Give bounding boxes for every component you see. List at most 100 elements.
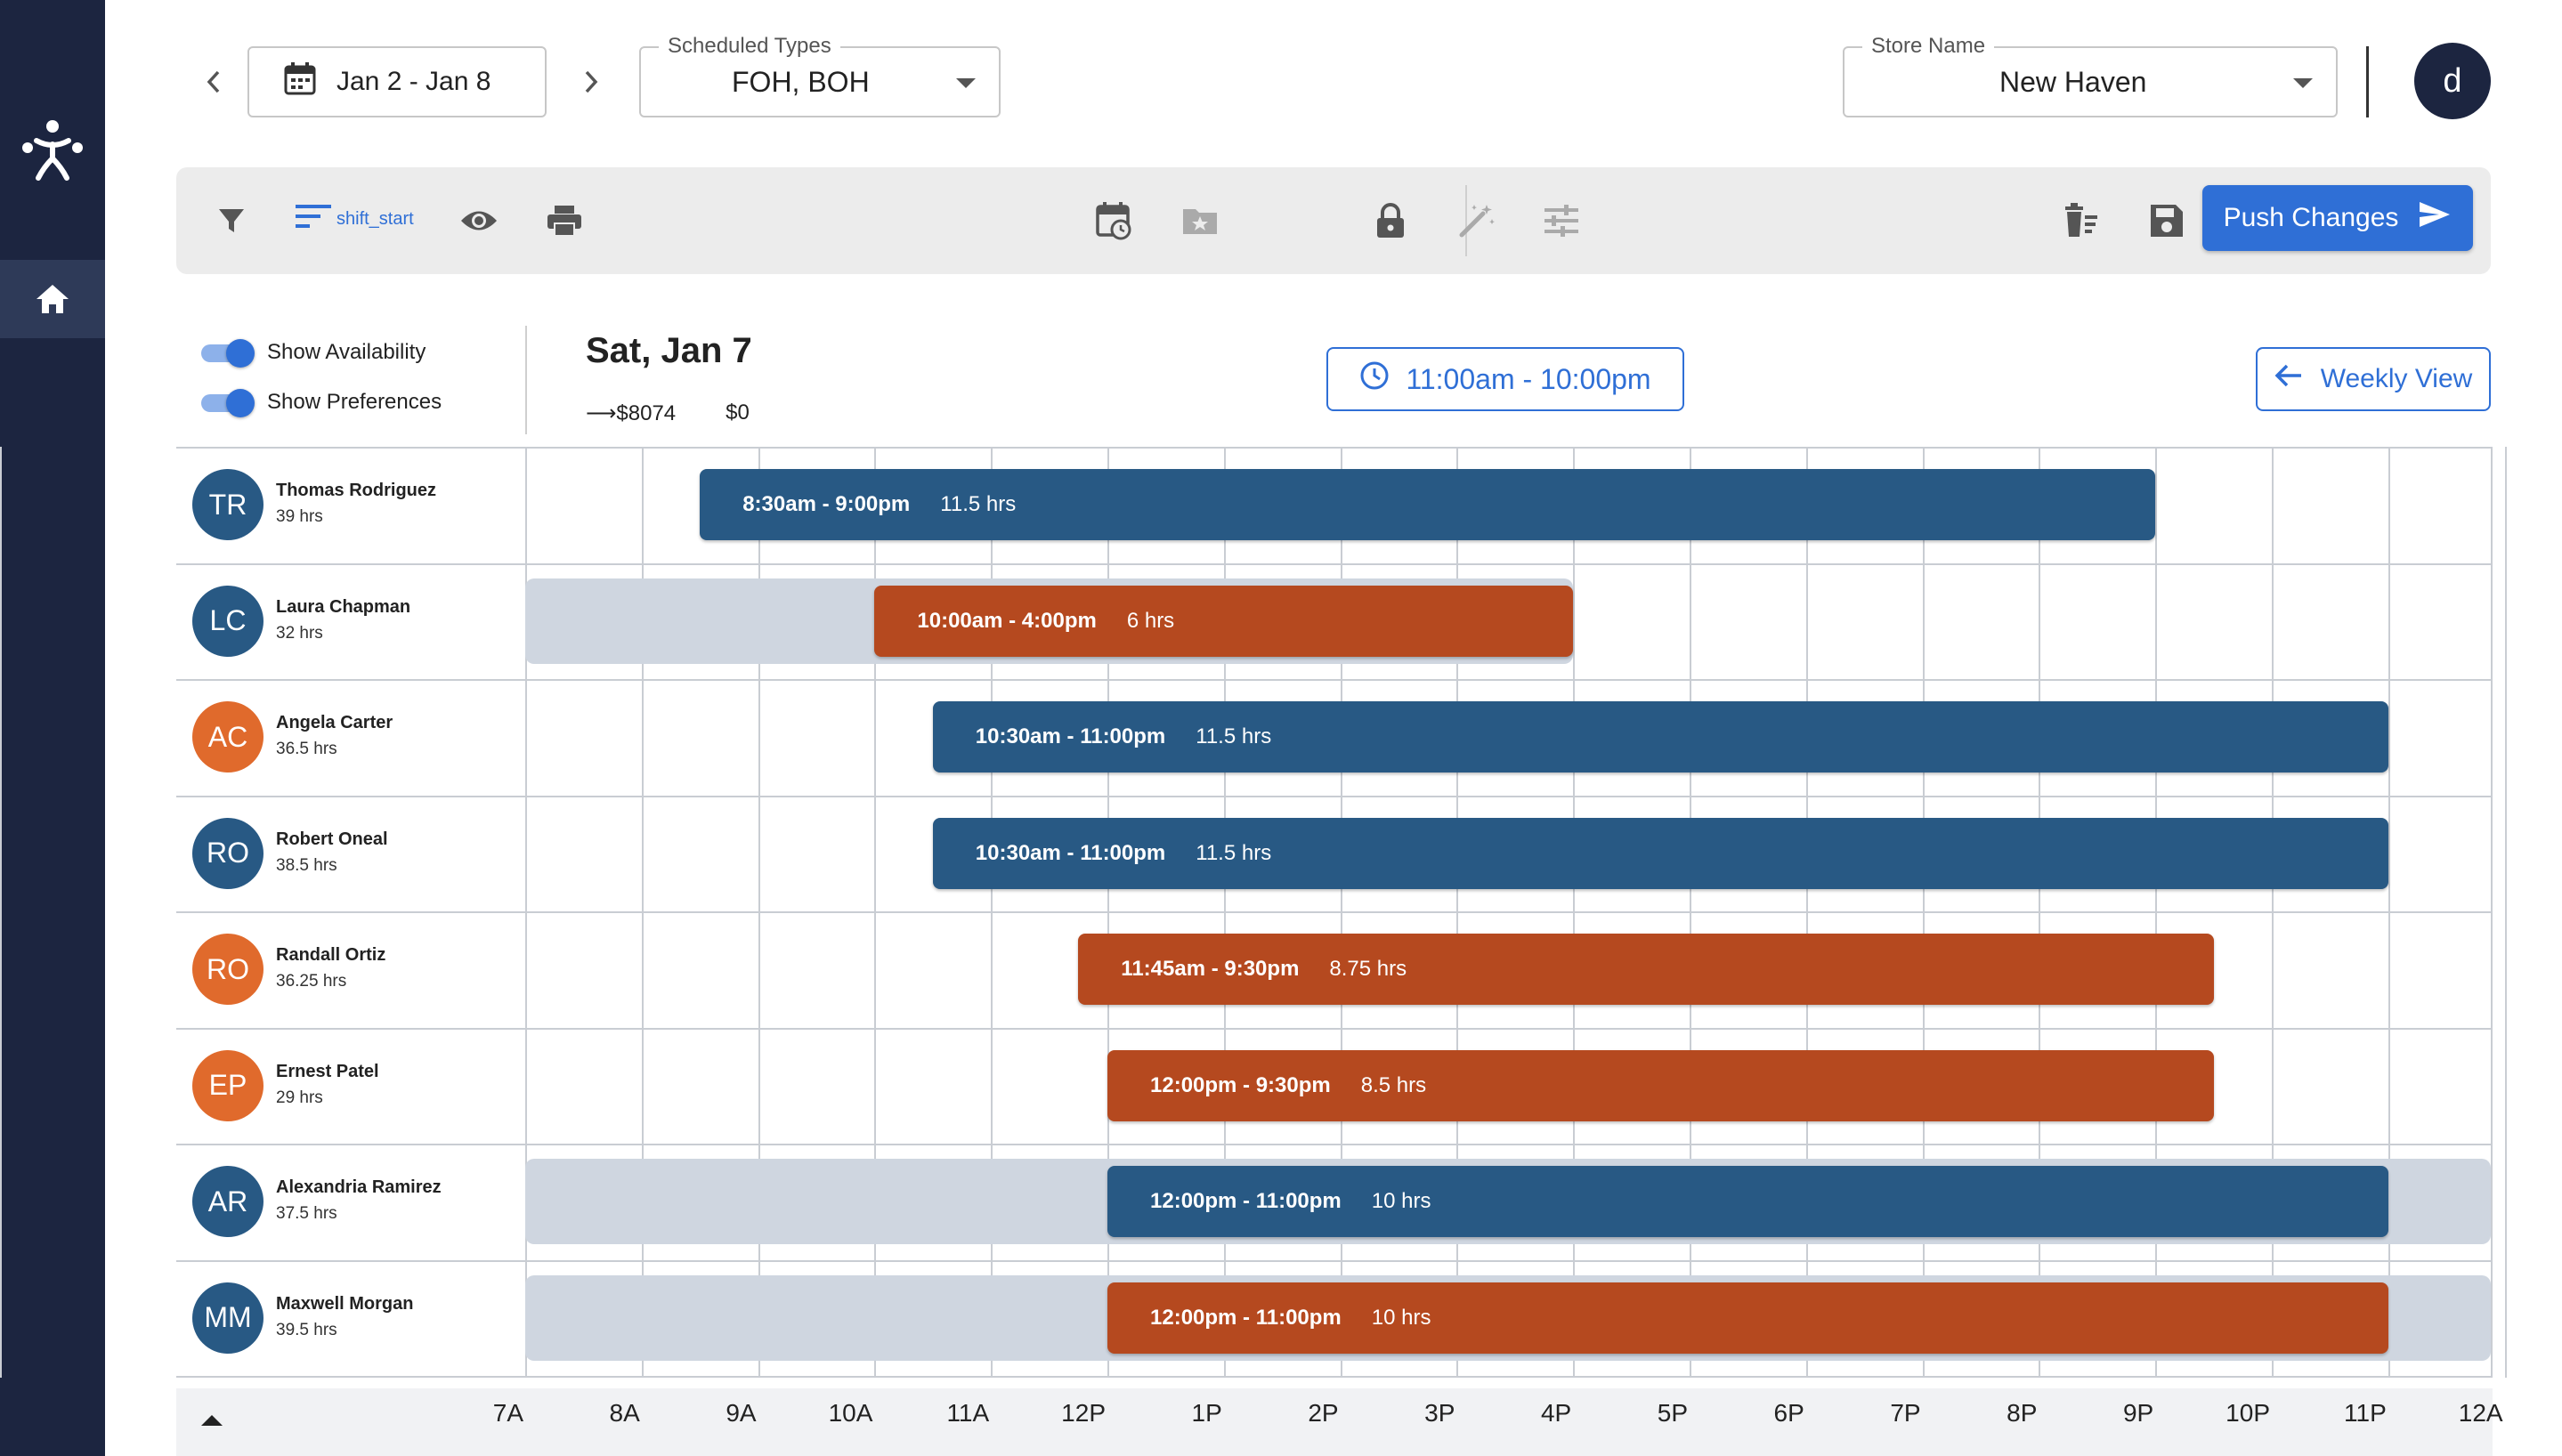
sort-button[interactable]: shift_start bbox=[296, 203, 414, 230]
scheduled-types-value: FOH, BOH bbox=[732, 65, 870, 98]
employee-name: Maxwell Morgan bbox=[276, 1293, 414, 1314]
employee-avatar: EP bbox=[192, 1049, 263, 1121]
preferences-switch[interactable] bbox=[201, 389, 255, 417]
time-axis-label: 9A bbox=[726, 1399, 757, 1427]
employee-avatar: TR bbox=[192, 469, 263, 540]
user-avatar[interactable]: d bbox=[2414, 43, 2491, 119]
clear-schedule-icon[interactable] bbox=[2058, 198, 2104, 244]
time-axis-label: 7A bbox=[492, 1399, 523, 1427]
saved-template-folder-icon[interactable] bbox=[1177, 198, 1223, 244]
employee-avatar: AC bbox=[192, 701, 263, 772]
employee-row[interactable]: MM Maxwell Morgan 39.5 hrs bbox=[176, 1260, 525, 1376]
shift-block[interactable]: 10:30am - 11:00pm 11.5 hrs bbox=[932, 701, 2388, 772]
divider bbox=[2366, 46, 2369, 117]
employee-row[interactable]: AC Angela Carter 36.5 hrs bbox=[176, 679, 525, 795]
time-axis-label: 12P bbox=[1061, 1399, 1106, 1427]
grid-hline bbox=[176, 1376, 2493, 1378]
shift-time: 10:00am - 4:00pm bbox=[917, 608, 1097, 633]
weekly-view-button[interactable]: Weekly View bbox=[2256, 347, 2491, 411]
employee-hours: 39 hrs bbox=[276, 507, 323, 526]
employee-name: Laura Chapman bbox=[276, 596, 411, 617]
prev-week-chevron-icon[interactable] bbox=[196, 64, 231, 100]
store-name-value: New Haven bbox=[1999, 65, 2147, 98]
employee-row[interactable]: RO Robert Oneal 38.5 hrs bbox=[176, 796, 525, 911]
cost-value: $8074 bbox=[616, 401, 677, 425]
show-preferences-label: Show Preferences bbox=[267, 390, 442, 414]
shift-duration: 8.5 hrs bbox=[1360, 1072, 1427, 1097]
settings-sliders-icon[interactable] bbox=[1538, 198, 1585, 244]
shift-block[interactable]: 10:00am - 4:00pm 6 hrs bbox=[874, 585, 1574, 657]
day-title: Sat, Jan 7 bbox=[586, 331, 752, 370]
shift-duration: 10 hrs bbox=[1371, 1305, 1431, 1330]
shift-time: 8:30am - 9:00pm bbox=[742, 492, 911, 516]
next-week-chevron-icon[interactable] bbox=[573, 64, 609, 100]
employee-row[interactable]: TR Thomas Rodriguez 39 hrs bbox=[176, 447, 525, 562]
arrow-left-icon bbox=[2274, 363, 2303, 395]
shift-time: 12:00pm - 11:00pm bbox=[1150, 1189, 1342, 1213]
grid-vline bbox=[2504, 447, 2507, 1378]
show-availability-label: Show Availability bbox=[267, 340, 426, 364]
store-name-select[interactable]: Store Name New Haven bbox=[1843, 34, 2338, 117]
print-icon[interactable] bbox=[541, 198, 588, 244]
operating-hours-chip[interactable]: 11:00am - 10:00pm bbox=[1326, 347, 1684, 411]
shift-block[interactable]: 12:00pm - 11:00pm 10 hrs bbox=[1107, 1166, 2388, 1237]
employee-row[interactable]: RO Randall Ortiz 36.25 hrs bbox=[176, 911, 525, 1027]
employee-row[interactable]: EP Ernest Patel 29 hrs bbox=[176, 1028, 525, 1144]
send-icon bbox=[2418, 200, 2452, 236]
availability-switch[interactable] bbox=[201, 339, 255, 368]
weekly-view-label: Weekly View bbox=[2320, 364, 2473, 393]
push-changes-label: Push Changes bbox=[2223, 203, 2399, 232]
grid-vline bbox=[0, 447, 2, 1378]
time-axis-label: 8A bbox=[609, 1399, 640, 1427]
shift-time: 10:30am - 11:00pm bbox=[975, 724, 1166, 748]
push-changes-button[interactable]: Push Changes bbox=[2202, 185, 2473, 251]
magic-wand-icon[interactable] bbox=[1453, 198, 1499, 244]
time-axis-label: 5P bbox=[1657, 1399, 1688, 1427]
filter-icon[interactable] bbox=[208, 198, 255, 244]
employee-avatar: AR bbox=[192, 1166, 263, 1237]
sort-label: shift_start bbox=[336, 209, 414, 229]
shift-duration: 11.5 hrs bbox=[1196, 840, 1272, 865]
calendar-icon bbox=[283, 61, 317, 103]
time-axis-label: 9P bbox=[2122, 1399, 2154, 1427]
employee-avatar: RO bbox=[192, 934, 263, 1005]
shift-block[interactable]: 12:00pm - 11:00pm 10 hrs bbox=[1107, 1282, 2388, 1354]
operating-hours-text: 11:00am - 10:00pm bbox=[1406, 362, 1651, 395]
calendar-history-icon[interactable] bbox=[1091, 198, 1138, 244]
time-axis-label: 6P bbox=[1773, 1399, 1804, 1427]
shift-duration: 10 hrs bbox=[1371, 1189, 1431, 1213]
employee-row[interactable]: LC Laura Chapman 32 hrs bbox=[176, 563, 525, 679]
collapse-caret-icon[interactable] bbox=[201, 1415, 223, 1426]
time-axis-label: 7P bbox=[1890, 1399, 1921, 1427]
employee-hours: 36.25 hrs bbox=[276, 972, 347, 991]
shift-block[interactable]: 8:30am - 9:00pm 11.5 hrs bbox=[700, 469, 2156, 540]
shift-time: 12:00pm - 11:00pm bbox=[1150, 1305, 1342, 1330]
home-icon[interactable] bbox=[0, 260, 105, 338]
employee-hours: 29 hrs bbox=[276, 1088, 323, 1107]
save-icon[interactable] bbox=[2144, 198, 2190, 244]
employee-name: Randall Ortiz bbox=[276, 945, 386, 965]
app-logo-icon[interactable] bbox=[0, 105, 105, 194]
shift-block[interactable]: 12:00pm - 9:30pm 8.5 hrs bbox=[1107, 1049, 2214, 1121]
shift-block[interactable]: 10:30am - 11:00pm 11.5 hrs bbox=[932, 817, 2388, 889]
shift-time: 11:45am - 9:30pm bbox=[1121, 957, 1300, 981]
time-axis-label: 11A bbox=[946, 1399, 990, 1427]
date-range-picker[interactable]: Jan 2 - Jan 8 bbox=[247, 46, 547, 117]
employee-avatar: LC bbox=[192, 585, 263, 657]
shift-block[interactable]: 11:45am - 9:30pm 8.75 hrs bbox=[1078, 934, 2214, 1005]
time-axis-label: 11P bbox=[2344, 1399, 2387, 1427]
time-axis-label: 1P bbox=[1191, 1399, 1222, 1427]
time-axis-label: 10A bbox=[828, 1399, 873, 1427]
employee-avatar: MM bbox=[192, 1282, 263, 1354]
eye-icon[interactable] bbox=[456, 198, 502, 244]
employee-name: Alexandria Ramirez bbox=[276, 1177, 442, 1197]
show-availability-toggle[interactable]: Show Availability bbox=[201, 339, 426, 368]
shift-time: 12:00pm - 9:30pm bbox=[1150, 1072, 1331, 1097]
scheduled-types-select[interactable]: Scheduled Types FOH, BOH bbox=[639, 34, 1001, 117]
show-preferences-toggle[interactable]: Show Preferences bbox=[201, 389, 442, 417]
employee-row[interactable]: AR Alexandria Ramirez 37.5 hrs bbox=[176, 1144, 525, 1259]
sort-icon bbox=[296, 205, 331, 228]
time-axis-label: 4P bbox=[1540, 1399, 1572, 1427]
employee-hours: 37.5 hrs bbox=[276, 1204, 337, 1223]
lock-icon[interactable] bbox=[1367, 198, 1414, 244]
